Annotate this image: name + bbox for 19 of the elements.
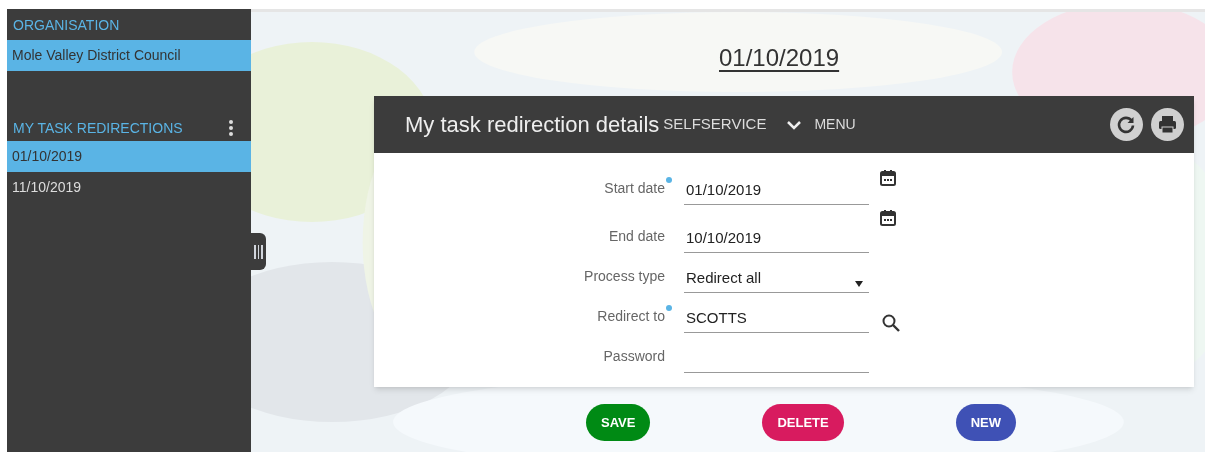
input-field[interactable]: SCOTTS — [684, 303, 869, 333]
field-label: Process type — [584, 267, 665, 286]
redirection-item[interactable]: 01/10/2019 — [7, 141, 251, 172]
field-label: Start date — [604, 179, 665, 198]
card-title: My task redirection details — [405, 111, 660, 139]
section-heading: MY TASK REDIRECTIONS — [13, 118, 183, 138]
module-label: SELFSERVICE — [663, 114, 767, 135]
input-field[interactable]: 01/10/2019 — [684, 175, 869, 205]
redirection-item[interactable]: 11/10/2019 — [7, 172, 251, 203]
field-label: End date — [608, 227, 665, 246]
field-label: Password — [603, 347, 665, 366]
menu-button[interactable]: MENU — [786, 114, 856, 135]
input-field[interactable]: 10/10/2019 — [684, 223, 869, 253]
delete-button[interactable]: DELETE — [762, 404, 844, 441]
organisation-item[interactable]: Mole Valley District Council — [7, 40, 251, 71]
field-label: Redirect to — [597, 307, 665, 326]
dropdown[interactable]: Redirect all — [684, 263, 869, 293]
page-title: 01/10/2019 — [719, 43, 840, 73]
section-heading: ORGANISATION — [12, 16, 121, 35]
